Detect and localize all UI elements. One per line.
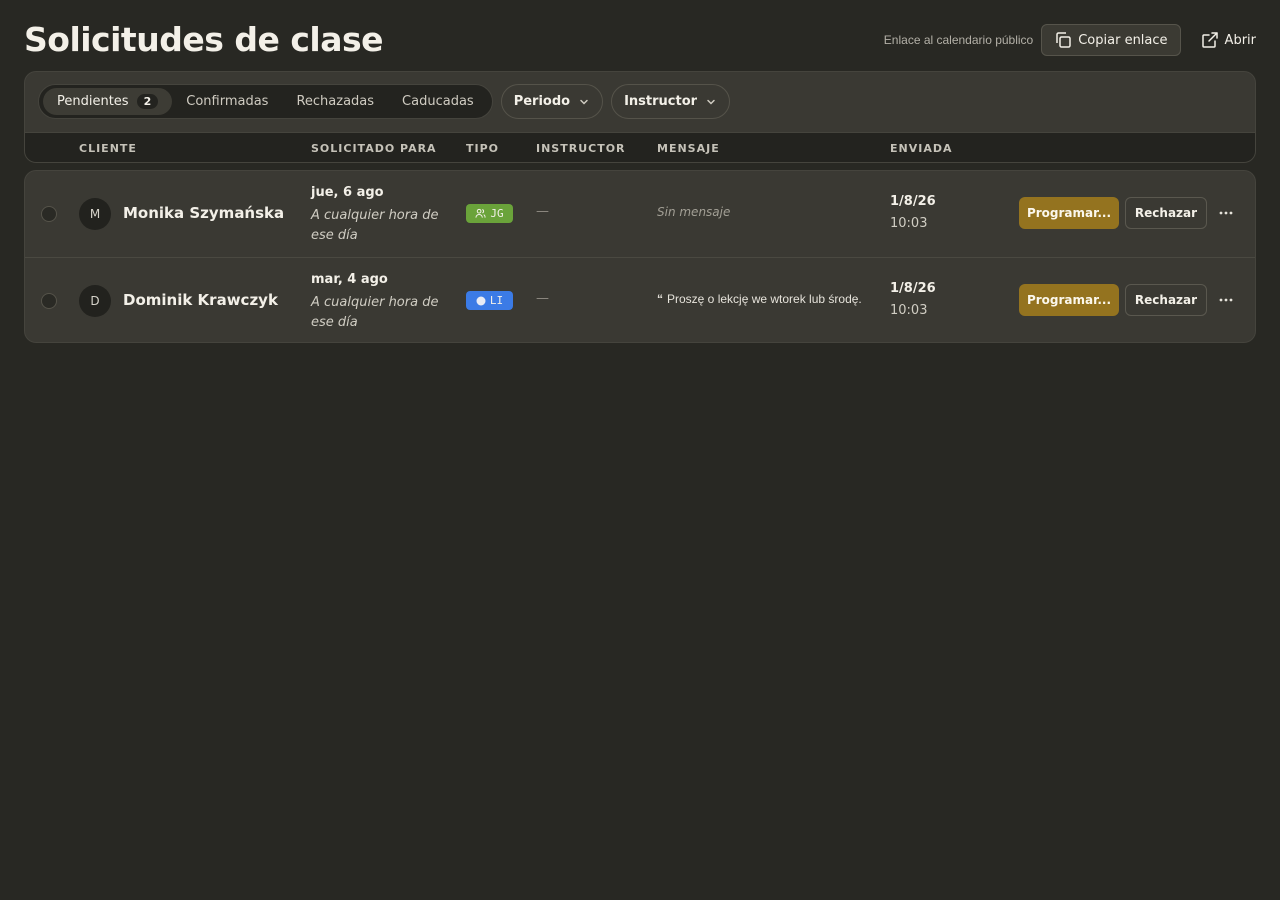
table-row[interactable]: M Monika Szymańska jue, 6 ago A cualquie… bbox=[25, 171, 1255, 257]
row-checkbox[interactable] bbox=[41, 293, 57, 309]
column-header-client: CLIENTE bbox=[79, 142, 137, 155]
instructor-value: — bbox=[536, 291, 549, 306]
row-checkbox[interactable] bbox=[41, 206, 57, 222]
avatar: M bbox=[79, 198, 111, 230]
quote-icon: “ bbox=[657, 292, 663, 306]
tab-confirmadas[interactable]: Confirmadas bbox=[172, 88, 282, 115]
filter-bar: Pendientes 2 Confirmadas Rechazadas Cadu… bbox=[38, 84, 731, 119]
period-dropdown-label: Periodo bbox=[513, 94, 571, 109]
copy-link-label: Copiar enlace bbox=[1078, 32, 1168, 48]
more-horizontal-icon bbox=[1219, 298, 1233, 302]
period-dropdown[interactable]: Periodo bbox=[500, 84, 604, 119]
reject-button[interactable]: Rechazar bbox=[1125, 197, 1207, 229]
requested-date: jue, 6 ago bbox=[311, 185, 384, 200]
chevron-down-icon bbox=[578, 96, 590, 108]
avatar: D bbox=[79, 285, 111, 317]
requested-time: A cualquier hora de ese día bbox=[311, 208, 439, 243]
copy-icon bbox=[1054, 31, 1072, 49]
tab-label: Confirmadas bbox=[186, 94, 269, 109]
type-badge: JG bbox=[466, 204, 513, 223]
requested-time: A cualquier hora de ese día bbox=[311, 295, 439, 330]
copy-link-button[interactable]: Copiar enlace bbox=[1041, 24, 1181, 56]
tab-rechazadas[interactable]: Rechazadas bbox=[282, 88, 388, 115]
open-link-label: Abrir bbox=[1224, 32, 1256, 48]
message-text: Proszę o lekcję we wtorek lub środę. bbox=[667, 292, 862, 306]
table-header: CLIENTE SOLICITADO PARA TIPO INSTRUCTOR … bbox=[25, 132, 1255, 162]
requested-date: mar, 4 ago bbox=[311, 272, 388, 287]
reject-button[interactable]: Rechazar bbox=[1125, 284, 1207, 316]
instructor-dropdown[interactable]: Instructor bbox=[611, 84, 731, 119]
filter-panel: Pendientes 2 Confirmadas Rechazadas Cadu… bbox=[24, 71, 1256, 163]
tab-label: Caducadas bbox=[402, 94, 474, 109]
public-link-label: Enlace al calendario público bbox=[883, 33, 1034, 47]
tab-pendientes[interactable]: Pendientes 2 bbox=[43, 88, 173, 115]
header-actions: Enlace al calendario público Copiar enla… bbox=[884, 24, 1256, 56]
table-row[interactable]: D Dominik Krawczyk mar, 4 ago A cualquie… bbox=[25, 257, 1255, 342]
schedule-button[interactable]: Programar... bbox=[1019, 197, 1119, 229]
client-name[interactable]: Monika Szymańska bbox=[123, 204, 284, 222]
schedule-button[interactable]: Programar... bbox=[1019, 284, 1119, 316]
column-header-type: TIPO bbox=[466, 142, 500, 155]
client-name[interactable]: Dominik Krawczyk bbox=[123, 291, 278, 309]
status-tabs: Pendientes 2 Confirmadas Rechazadas Cadu… bbox=[38, 84, 493, 119]
count-badge: 2 bbox=[136, 94, 159, 109]
instructor-dropdown-label: Instructor bbox=[624, 94, 698, 109]
group-icon bbox=[475, 208, 486, 219]
column-header-sent: ENVIADA bbox=[890, 142, 953, 155]
type-code: JG bbox=[490, 207, 504, 220]
dot-icon bbox=[476, 296, 486, 306]
sent-date: 1/8/26 bbox=[890, 281, 936, 296]
tab-label: Pendientes bbox=[57, 94, 129, 109]
chevron-down-icon bbox=[705, 96, 717, 108]
column-header-requested-for: SOLICITADO PARA bbox=[311, 142, 437, 155]
tab-caducadas[interactable]: Caducadas bbox=[388, 88, 488, 115]
type-code: LI bbox=[489, 294, 504, 307]
column-header-message: MENSAJE bbox=[657, 142, 720, 155]
open-link-button[interactable]: Abrir bbox=[1181, 24, 1256, 56]
more-options-button[interactable] bbox=[1215, 284, 1237, 316]
sent-time: 10:03 bbox=[890, 303, 928, 318]
requests-table: M Monika Szymańska jue, 6 ago A cualquie… bbox=[24, 170, 1256, 343]
sent-date: 1/8/26 bbox=[890, 194, 936, 209]
page-title: Solicitudes de clase bbox=[24, 20, 384, 59]
more-options-button[interactable] bbox=[1215, 197, 1237, 229]
sent-time: 10:03 bbox=[890, 216, 928, 231]
tab-label: Rechazadas bbox=[296, 94, 375, 109]
column-header-instructor: INSTRUCTOR bbox=[536, 142, 626, 155]
more-horizontal-icon bbox=[1219, 211, 1233, 215]
message-text: Sin mensaje bbox=[657, 205, 731, 219]
instructor-value: — bbox=[536, 204, 549, 219]
message-quote: “ Proszę o lekcję we wtorek lub środę. bbox=[657, 292, 862, 306]
type-badge: LI bbox=[466, 291, 513, 310]
external-link-icon bbox=[1201, 31, 1219, 49]
